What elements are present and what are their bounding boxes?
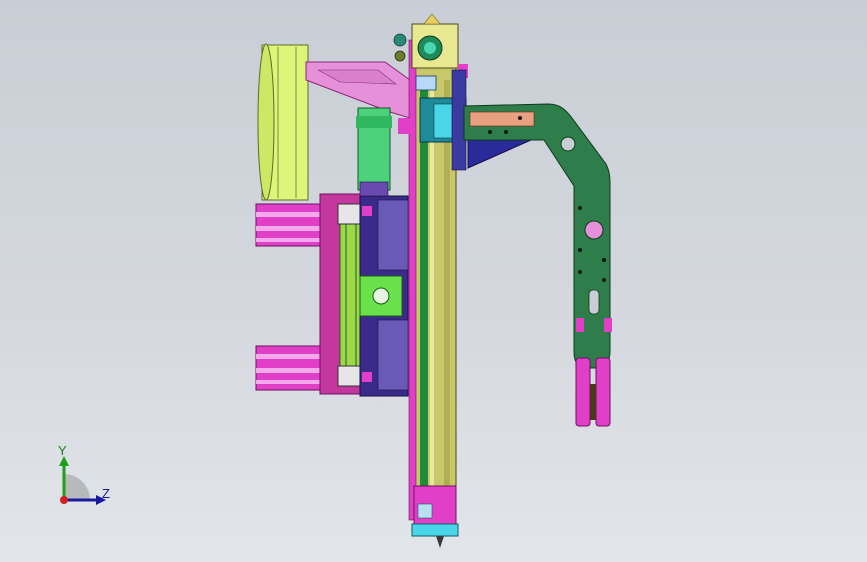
column-bottom[interactable] [411,485,459,548]
slide-rail[interactable] [337,203,363,387]
motor[interactable] [356,107,392,197]
drum-part[interactable] [257,43,309,201]
axis-y-label: Y [58,443,67,458]
column-top-head[interactable] [393,13,468,78]
cad-viewport[interactable]: Y Z [0,0,867,562]
green-coupling[interactable] [359,275,403,317]
axis-z-label: Z [102,486,110,501]
gusset-plate[interactable] [467,135,541,169]
coordinate-triad-icon [59,456,106,505]
assembly-model[interactable] [0,0,867,562]
